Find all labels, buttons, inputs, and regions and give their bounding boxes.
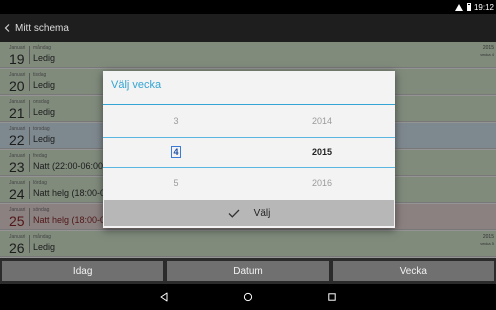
today-button[interactable]: Idag — [2, 261, 164, 281]
week-picker-dialog: Välj vecka 3 4 5 2014 2015 2016 Välj — [103, 71, 395, 228]
picker-week-selected[interactable]: 4 — [103, 137, 249, 167]
picker-week-selected-value[interactable]: 4 — [171, 146, 181, 158]
picker-week-prev[interactable]: 3 — [103, 106, 249, 136]
app-title: Mitt schema — [15, 22, 69, 34]
picker-week-next[interactable]: 5 — [103, 168, 249, 198]
picker-selection-line-top — [103, 137, 395, 138]
year-picker[interactable]: 2014 2015 2016 — [249, 105, 395, 199]
week-button[interactable]: Vecka — [332, 261, 494, 281]
home-icon[interactable] — [233, 284, 263, 310]
status-bar: 19:12 — [0, 0, 496, 14]
navigation-bar — [0, 284, 496, 310]
confirm-button[interactable]: Välj — [104, 200, 394, 226]
picker-year-next[interactable]: 2016 — [249, 168, 395, 198]
date-button[interactable]: Datum — [167, 261, 329, 281]
status-time: 19:12 — [473, 2, 494, 12]
week-number-picker[interactable]: 3 4 5 — [103, 105, 249, 199]
confirm-label: Välj — [253, 207, 271, 219]
checkmark-icon — [228, 209, 240, 218]
picker-selection-line-bottom — [103, 167, 395, 168]
week-year-picker: 3 4 5 2014 2015 2016 — [103, 105, 395, 199]
recents-icon[interactable] — [317, 284, 347, 310]
wifi-icon — [454, 3, 464, 11]
chevron-left-icon[interactable] — [1, 14, 13, 42]
status-icons: 19:12 — [454, 1, 494, 13]
battery-icon — [466, 3, 471, 11]
picker-year-prev[interactable]: 2014 — [249, 106, 395, 136]
action-bar: Mitt schema — [0, 14, 496, 42]
picker-year-selected[interactable]: 2015 — [249, 137, 395, 167]
dialog-title: Välj vecka — [111, 79, 162, 91]
back-icon[interactable] — [149, 284, 179, 310]
bottom-button-bar: Idag Datum Vecka — [0, 258, 496, 284]
